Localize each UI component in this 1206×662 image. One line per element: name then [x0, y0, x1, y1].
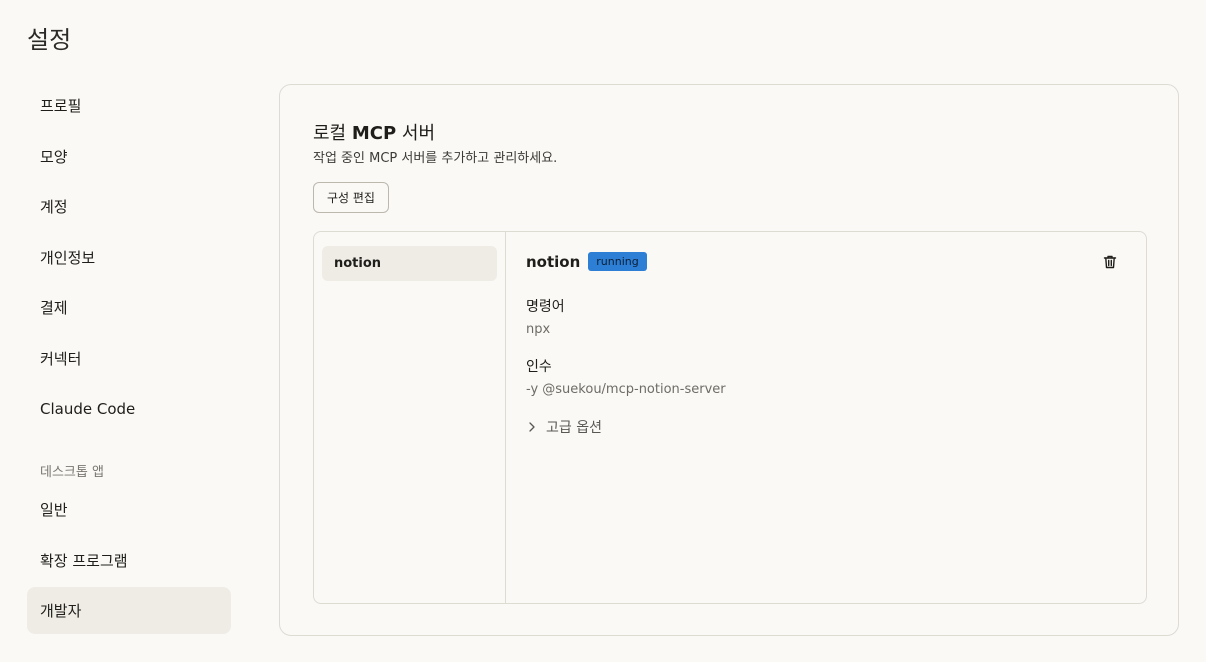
chevron-right-icon	[529, 422, 535, 432]
sidebar-item-account[interactable]: 계정	[27, 183, 231, 230]
command-label: 명령어	[526, 299, 565, 315]
sidebar-item-billing[interactable]: 결제	[27, 284, 231, 331]
server-detail: notion running 명령어 npx 인수 -y @suekou/mcp…	[526, 232, 1146, 603]
sidebar-item-developer[interactable]: 개발자	[27, 587, 231, 634]
server-list-item[interactable]: notion	[322, 246, 497, 281]
settings-sidebar: 프로필 모양 계정 개인정보 결제 커넥터 Claude Code 데스크톱 앱…	[27, 82, 231, 638]
sidebar-item-profile[interactable]: 프로필	[27, 82, 231, 129]
advanced-options-toggle[interactable]: 고급 옵션	[526, 417, 602, 437]
advanced-options-label: 고급 옵션	[546, 420, 602, 436]
sidebar-item-claude-code[interactable]: Claude Code	[27, 385, 231, 432]
args-label: 인수	[526, 359, 552, 375]
sidebar-item-appearance[interactable]: 모양	[27, 133, 231, 180]
sidebar-item-privacy[interactable]: 개인정보	[27, 234, 231, 281]
server-box: notion notion running 명령어 npx 인수 -y @sue…	[313, 231, 1147, 604]
trash-icon[interactable]	[1102, 254, 1118, 270]
command-value: npx	[526, 322, 551, 337]
sidebar-section-desktop-app: 데스크톱 앱	[40, 465, 104, 480]
section-title: 로컬 MCP 서버	[313, 119, 435, 145]
server-list: notion	[314, 232, 506, 603]
server-name: notion	[526, 252, 581, 271]
args-value: -y @suekou/mcp-notion-server	[526, 382, 726, 397]
edit-config-button[interactable]: 구성 편집	[313, 182, 389, 213]
section-description: 작업 중인 MCP 서버를 추가하고 관리하세요.	[313, 151, 558, 166]
sidebar-item-general[interactable]: 일반	[27, 486, 231, 533]
section-title-suffix: 서버	[396, 123, 436, 144]
section-title-bold: MCP	[351, 123, 397, 144]
mcp-servers-panel: 로컬 MCP 서버 작업 중인 MCP 서버를 추가하고 관리하세요. 구성 편…	[279, 84, 1179, 636]
page-title: 설정	[27, 26, 72, 54]
status-badge: running	[588, 252, 647, 271]
sidebar-item-connectors[interactable]: 커넥터	[27, 335, 231, 382]
section-title-prefix: 로컬	[313, 123, 352, 144]
server-detail-header: notion running	[526, 252, 647, 271]
sidebar-item-extensions[interactable]: 확장 프로그램	[27, 537, 231, 584]
